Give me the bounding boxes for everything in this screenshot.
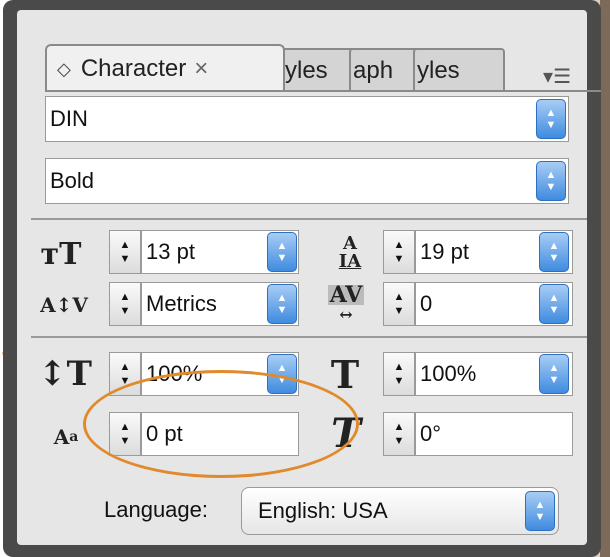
horizontal-scale-value: 100% [420,361,477,386]
font-family-popup-button[interactable]: ▲ ▼ [536,99,566,139]
vertical-scale-value: 100% [146,361,203,386]
tab-label: Character [80,55,187,82]
character-panel: ▸▸ yles aph yles ◇ Character × ▾☰ DIN ▲▼… [3,0,601,557]
font-style-value: Bold [50,168,95,193]
tracking-stepper[interactable]: ▲ ▼ [383,282,415,326]
baseline-shift-field[interactable]: 0 pt [141,412,299,456]
skew-value: 0° [420,421,442,446]
tab-bar: yles aph yles ◇ Character × [31,44,535,92]
font-size-stepper[interactable]: ▲ ▼ [109,230,141,274]
skew-stepper[interactable]: ▲ ▼ [383,412,415,456]
kerning-stepper[interactable]: ▲ ▼ [109,282,141,326]
font-size-popup-button[interactable]: ▲ ▼ [267,232,297,272]
font-size-value: 13 pt [146,239,195,264]
kerning-icon: A↕V [40,293,88,317]
section-divider [31,218,587,220]
panel-body: yles aph yles ◇ Character × ▾☰ [17,10,601,545]
font-family-value: DIN [50,106,88,131]
diamond-icon: ◇ [57,58,71,79]
font-style-select[interactable]: Bold [45,158,569,204]
leading-stepper[interactable]: ▲ ▼ [383,230,415,274]
tab-label: yles [417,57,460,84]
baseline-shift-value: 0 pt [146,421,183,446]
close-icon[interactable]: × [194,55,208,83]
leading-value: 19 pt [420,239,469,264]
kerning-value: Metrics [146,291,217,316]
baseline-shift-stepper[interactable]: ▲ ▼ [109,412,141,456]
tracking-value: 0 [420,291,433,316]
leading-popup-button[interactable]: ▲ ▼ [539,232,569,272]
vertical-scale-popup-button[interactable]: ▲ ▼ [267,354,297,394]
panel-menu-icon[interactable]: ▾☰ [543,64,571,89]
font-family-select[interactable]: DIN [45,96,569,142]
horizontal-scale-stepper[interactable]: ▲ ▼ [383,352,415,396]
language-popup-button[interactable]: ▲ ▼ [525,491,555,531]
kerning-popup-button[interactable]: ▲ ▼ [267,284,297,324]
tab-character[interactable]: ◇ Character × [45,44,285,92]
horizontal-scale-icon: T [330,351,360,397]
tab-label: aph [353,57,394,84]
language-value: English: USA [258,498,388,523]
skew-icon: T [331,409,361,457]
tracking-icon: AV ↔ [327,282,365,324]
font-style-popup-button[interactable]: ▲ ▼ [536,161,566,201]
skew-field[interactable]: 0° [415,412,573,456]
background-edge-dark [600,0,610,557]
tab-character-styles[interactable]: yles [413,48,505,92]
language-select[interactable]: English: USA [241,487,559,535]
baseline-shift-icon: Aa [53,425,79,449]
leading-icon: A IA [338,233,362,272]
horizontal-scale-popup-button[interactable]: ▲ ▼ [539,354,569,394]
vertical-scale-icon: ↕T [38,354,92,394]
language-label: Language: [104,497,208,522]
vertical-scale-stepper[interactable]: ▲ ▼ [109,352,141,396]
tab-divider [45,90,601,92]
tracking-popup-button[interactable]: ▲ ▼ [539,284,569,324]
tab-label: yles [285,57,328,84]
tab-paragraph[interactable]: aph [349,48,423,92]
font-size-icon: ᴛT [40,236,82,272]
section-divider [31,336,587,338]
